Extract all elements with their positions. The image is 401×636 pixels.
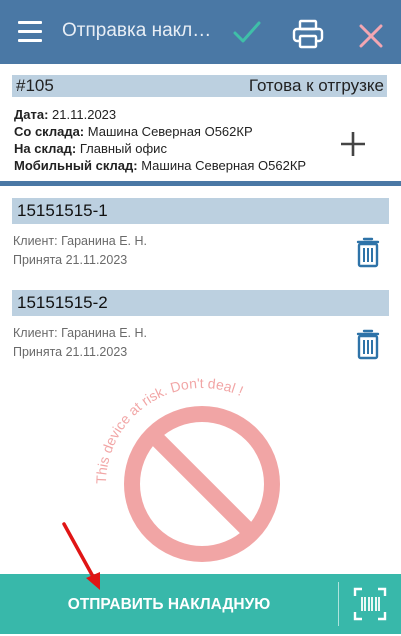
item-header: 15151515-1	[12, 198, 389, 224]
field-from-warehouse: Со склада: Машина Северная О562КР	[14, 124, 253, 139]
item-accepted: Принята 21.11.2023	[13, 345, 128, 359]
field-to-warehouse: На склад: Главный офис	[14, 141, 167, 156]
divider	[0, 181, 401, 186]
arrow-annotation	[62, 522, 100, 590]
item-accepted: Принята 21.11.2023	[13, 253, 128, 267]
add-icon[interactable]	[340, 131, 366, 157]
list-item[interactable]: 15151515-1 Клиент: Гаранина Е. Н. Принят…	[12, 198, 389, 280]
close-icon[interactable]	[358, 23, 384, 49]
watermark-text: This device at risk. Don't deal !	[96, 378, 246, 484]
printer-icon[interactable]	[292, 19, 324, 49]
field-mobile-warehouse: Мобильный склад: Машина Северная О562КР	[14, 158, 307, 173]
menu-icon[interactable]	[18, 21, 42, 43]
check-icon[interactable]	[232, 19, 262, 47]
item-code: 15151515-2	[17, 293, 108, 312]
list-item[interactable]: 15151515-2 Клиент: Гаранина Е. Н. Принят…	[12, 290, 389, 372]
document-fields: Дата: 21.11.2023 Со склада: Машина Север…	[14, 106, 306, 174]
risk-watermark: This device at risk. Don't deal !	[96, 378, 280, 562]
app-bar: Отправка накладной	[0, 0, 401, 64]
document-card: #105 Готова к отгрузке Дата: 21.11.2023 …	[0, 64, 401, 186]
document-header: #105 Готова к отгрузке	[12, 75, 387, 97]
document-number: #105	[16, 76, 54, 95]
item-client: Клиент: Гаранина Е. Н.	[13, 234, 148, 248]
trash-icon[interactable]	[355, 328, 381, 360]
field-date: Дата: 21.11.2023	[14, 107, 117, 122]
item-client: Клиент: Гаранина Е. Н.	[13, 326, 148, 340]
item-header: 15151515-2	[12, 290, 389, 316]
page-title: Отправка накладной	[62, 20, 212, 41]
document-status: Готова к отгрузке	[248, 76, 384, 95]
divider	[338, 582, 339, 626]
svg-text:This device at risk. Don't dea: This device at risk. Don't deal !	[96, 378, 246, 484]
send-invoice-button[interactable]: ОТПРАВИТЬ НАКЛАДНУЮ	[0, 574, 338, 634]
item-code: 15151515-1	[17, 201, 108, 220]
trash-icon[interactable]	[355, 236, 381, 268]
barcode-scan-icon[interactable]	[353, 587, 387, 621]
